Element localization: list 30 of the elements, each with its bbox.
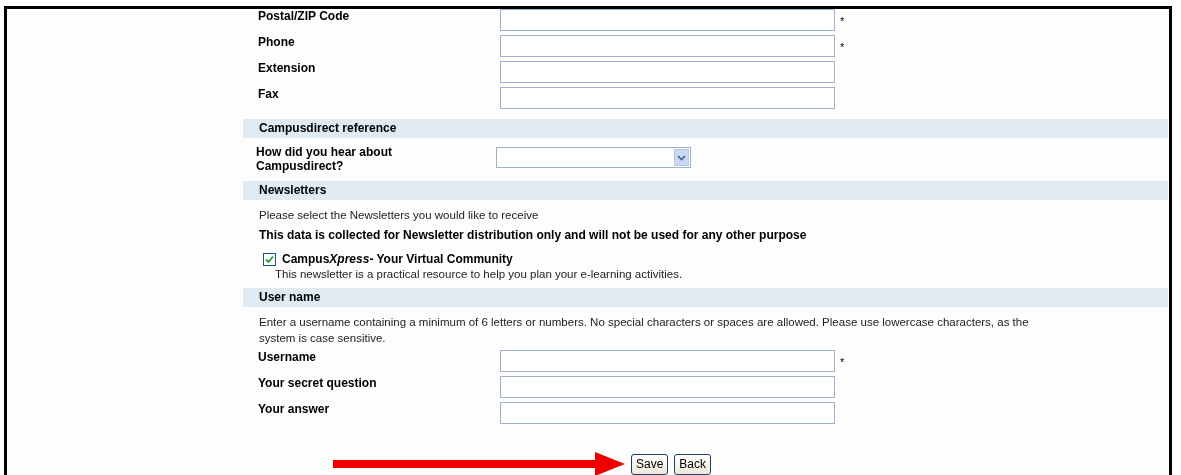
input-field[interactable] xyxy=(500,376,835,398)
newsletter-description: This newsletter is a practical resource to help you plan your e-learning activities. xyxy=(274,267,684,282)
newsletter-title: CampusXpress- Your Virtual Community xyxy=(282,252,513,266)
section-header: User name xyxy=(243,288,1168,307)
notice-text: This data is collected for Newsletter distribution only and will not be used for any other purpose xyxy=(258,227,808,243)
field-label: Fax xyxy=(257,87,280,101)
input-field[interactable] xyxy=(500,9,835,31)
instruction-text: Enter a username containing a minimum of 6 letters or numbers. No special characters or spaces are allowed. Please use lowercase characters, as the system is case sensitive. xyxy=(258,315,1030,346)
form-button[interactable]: Save xyxy=(631,453,669,475)
checkbox[interactable] xyxy=(263,252,276,266)
required-mark: * xyxy=(840,14,845,27)
dropdown[interactable] xyxy=(496,147,691,168)
section-header: Campusdirect reference xyxy=(243,119,1168,138)
section-header: Newsletters xyxy=(243,181,1168,200)
input-field[interactable] xyxy=(500,87,835,109)
required-mark: * xyxy=(840,40,845,53)
field-label: Username xyxy=(257,350,318,364)
field-label: How did you hear about Campusdirect? xyxy=(255,145,393,173)
field-label: Your answer xyxy=(257,402,331,416)
input-field[interactable] xyxy=(500,402,835,424)
required-mark: * xyxy=(840,355,845,368)
input-field[interactable] xyxy=(500,350,835,372)
input-field[interactable] xyxy=(500,61,835,83)
field-label: Your secret question xyxy=(257,376,378,390)
field-label: Phone xyxy=(257,35,296,49)
instruction-text: Please select the Newsletters you would like to receive xyxy=(258,208,540,223)
form-button[interactable]: Back xyxy=(674,453,712,475)
field-label: Extension xyxy=(257,61,317,75)
field-label: Postal/ZIP Code xyxy=(257,9,351,23)
input-field[interactable] xyxy=(500,35,835,57)
